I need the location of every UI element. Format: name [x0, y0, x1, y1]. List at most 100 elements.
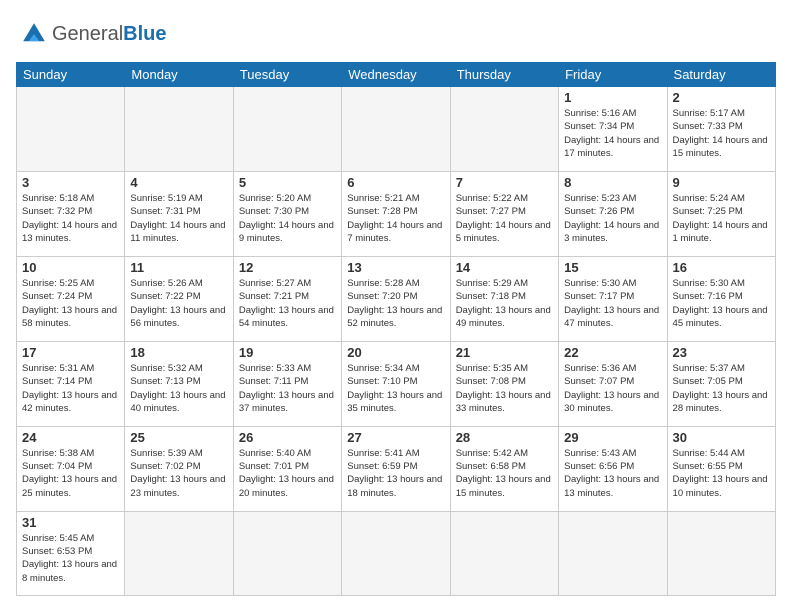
day-number: 23	[673, 345, 770, 360]
day-number: 20	[347, 345, 444, 360]
day-info: Sunrise: 5:16 AM Sunset: 7:34 PM Dayligh…	[564, 107, 661, 160]
calendar-cell: 17 Sunrise: 5:31 AM Sunset: 7:14 PM Dayli…	[17, 341, 125, 426]
day-number: 6	[347, 175, 444, 190]
weekday-header-row: Sunday Monday Tuesday Wednesday Thursday…	[17, 63, 776, 87]
header-monday: Monday	[125, 63, 233, 87]
calendar-cell: 27Sunrise: 5:41 AM Sunset: 6:59 PM Dayli…	[342, 426, 450, 511]
calendar-cell: 28 Sunrise: 5:42 AM Sunset: 6:58 PM Dayli…	[450, 426, 558, 511]
day-info: Sunrise: 5:39 AM Sunset: 7:02 PM Dayligh…	[130, 447, 227, 500]
calendar-cell: 20 Sunrise: 5:34 AM Sunset: 7:10 PM Dayli…	[342, 341, 450, 426]
day-info: Sunrise: 5:28 AM Sunset: 7:20 PM Dayligh…	[347, 277, 444, 330]
day-info: Sunrise: 5:31 AM Sunset: 7:14 PM Dayligh…	[22, 362, 119, 415]
day-info: Sunrise: 5:20 AM Sunset: 7:30 PM Dayligh…	[239, 192, 336, 245]
day-number: 17	[22, 345, 119, 360]
day-number: 7	[456, 175, 553, 190]
day-number: 3	[22, 175, 119, 190]
logo-blue: Blue	[123, 23, 166, 45]
calendar-cell	[233, 87, 341, 172]
calendar-cell: 21 Sunrise: 5:35 AM Sunset: 7:08 PM Dayli…	[450, 341, 558, 426]
day-info: Sunrise: 5:21 AM Sunset: 7:28 PM Dayligh…	[347, 192, 444, 245]
page: GeneralBlue Sunday Monday Tuesday Wednes…	[0, 0, 792, 612]
calendar-cell: 29Sunrise: 5:43 AM Sunset: 6:56 PM Dayli…	[559, 426, 667, 511]
calendar-cell	[450, 511, 558, 595]
calendar-cell	[125, 87, 233, 172]
day-number: 8	[564, 175, 661, 190]
calendar-cell: 4 Sunrise: 5:19 AM Sunset: 7:31 PM Daylig…	[125, 171, 233, 256]
calendar-cell	[450, 87, 558, 172]
day-info: Sunrise: 5:18 AM Sunset: 7:32 PM Dayligh…	[22, 192, 119, 245]
header-friday: Friday	[559, 63, 667, 87]
header: GeneralBlue	[16, 16, 776, 52]
calendar-cell	[342, 511, 450, 595]
calendar-cell: 13 Sunrise: 5:28 AM Sunset: 7:20 PM Dayli…	[342, 256, 450, 341]
calendar-cell: 7 Sunrise: 5:22 AM Sunset: 7:27 PM Daylig…	[450, 171, 558, 256]
day-info: Sunrise: 5:22 AM Sunset: 7:27 PM Dayligh…	[456, 192, 553, 245]
header-sunday: Sunday	[17, 63, 125, 87]
day-info: Sunrise: 5:45 AM Sunset: 6:53 PM Dayligh…	[22, 532, 119, 585]
day-info: Sunrise: 5:23 AM Sunset: 7:26 PM Dayligh…	[564, 192, 661, 245]
header-thursday: Thursday	[450, 63, 558, 87]
day-number: 16	[673, 260, 770, 275]
calendar-cell: 3 Sunrise: 5:18 AM Sunset: 7:32 PM Daylig…	[17, 171, 125, 256]
calendar-cell: 1 Sunrise: 5:16 AM Sunset: 7:34 PM Daylig…	[559, 87, 667, 172]
day-info: Sunrise: 5:36 AM Sunset: 7:07 PM Dayligh…	[564, 362, 661, 415]
day-info: Sunrise: 5:34 AM Sunset: 7:10 PM Dayligh…	[347, 362, 444, 415]
day-number: 2	[673, 90, 770, 105]
header-wednesday: Wednesday	[342, 63, 450, 87]
day-number: 25	[130, 430, 227, 445]
day-info: Sunrise: 5:35 AM Sunset: 7:08 PM Dayligh…	[456, 362, 553, 415]
day-number: 31	[22, 515, 119, 530]
day-number: 22	[564, 345, 661, 360]
day-number: 26	[239, 430, 336, 445]
calendar-cell: 10 Sunrise: 5:25 AM Sunset: 7:24 PM Dayli…	[17, 256, 125, 341]
day-info: Sunrise: 5:30 AM Sunset: 7:17 PM Dayligh…	[564, 277, 661, 330]
day-number: 18	[130, 345, 227, 360]
calendar-cell: 14 Sunrise: 5:29 AM Sunset: 7:18 PM Dayli…	[450, 256, 558, 341]
calendar-cell: 22 Sunrise: 5:36 AM Sunset: 7:07 PM Dayli…	[559, 341, 667, 426]
day-info: Sunrise: 5:38 AM Sunset: 7:04 PM Dayligh…	[22, 447, 119, 500]
calendar-cell: 24Sunrise: 5:38 AM Sunset: 7:04 PM Dayli…	[17, 426, 125, 511]
calendar-cell: 15Sunrise: 5:30 AM Sunset: 7:17 PM Dayli…	[559, 256, 667, 341]
calendar-cell: 6 Sunrise: 5:21 AM Sunset: 7:28 PM Daylig…	[342, 171, 450, 256]
calendar-cell: 30 Sunrise: 5:44 AM Sunset: 6:55 PM Dayli…	[667, 426, 775, 511]
day-number: 4	[130, 175, 227, 190]
day-number: 5	[239, 175, 336, 190]
calendar-cell: 9 Sunrise: 5:24 AM Sunset: 7:25 PM Daylig…	[667, 171, 775, 256]
logo: GeneralBlue	[16, 16, 167, 52]
day-number: 30	[673, 430, 770, 445]
header-tuesday: Tuesday	[233, 63, 341, 87]
day-info: Sunrise: 5:24 AM Sunset: 7:25 PM Dayligh…	[673, 192, 770, 245]
calendar-cell: 31 Sunrise: 5:45 AM Sunset: 6:53 PM Dayli…	[17, 511, 125, 595]
day-info: Sunrise: 5:29 AM Sunset: 7:18 PM Dayligh…	[456, 277, 553, 330]
calendar-cell: 19 Sunrise: 5:33 AM Sunset: 7:11 PM Dayli…	[233, 341, 341, 426]
day-number: 12	[239, 260, 336, 275]
day-info: Sunrise: 5:37 AM Sunset: 7:05 PM Dayligh…	[673, 362, 770, 415]
calendar-table: Sunday Monday Tuesday Wednesday Thursday…	[16, 62, 776, 596]
day-info: Sunrise: 5:25 AM Sunset: 7:24 PM Dayligh…	[22, 277, 119, 330]
day-number: 11	[130, 260, 227, 275]
calendar-cell	[559, 511, 667, 595]
calendar-cell	[233, 511, 341, 595]
day-number: 28	[456, 430, 553, 445]
day-number: 14	[456, 260, 553, 275]
day-info: Sunrise: 5:33 AM Sunset: 7:11 PM Dayligh…	[239, 362, 336, 415]
day-info: Sunrise: 5:42 AM Sunset: 6:58 PM Dayligh…	[456, 447, 553, 500]
calendar-cell: 5 Sunrise: 5:20 AM Sunset: 7:30 PM Daylig…	[233, 171, 341, 256]
calendar-cell: 26Sunrise: 5:40 AM Sunset: 7:01 PM Dayli…	[233, 426, 341, 511]
day-info: Sunrise: 5:17 AM Sunset: 7:33 PM Dayligh…	[673, 107, 770, 160]
day-info: Sunrise: 5:26 AM Sunset: 7:22 PM Dayligh…	[130, 277, 227, 330]
day-number: 1	[564, 90, 661, 105]
day-info: Sunrise: 5:43 AM Sunset: 6:56 PM Dayligh…	[564, 447, 661, 500]
day-info: Sunrise: 5:27 AM Sunset: 7:21 PM Dayligh…	[239, 277, 336, 330]
calendar-cell	[342, 87, 450, 172]
day-info: Sunrise: 5:41 AM Sunset: 6:59 PM Dayligh…	[347, 447, 444, 500]
day-number: 9	[673, 175, 770, 190]
day-number: 10	[22, 260, 119, 275]
day-number: 19	[239, 345, 336, 360]
day-info: Sunrise: 5:44 AM Sunset: 6:55 PM Dayligh…	[673, 447, 770, 500]
calendar-cell: 12 Sunrise: 5:27 AM Sunset: 7:21 PM Dayli…	[233, 256, 341, 341]
day-number: 21	[456, 345, 553, 360]
day-info: Sunrise: 5:30 AM Sunset: 7:16 PM Dayligh…	[673, 277, 770, 330]
day-number: 13	[347, 260, 444, 275]
day-info: Sunrise: 5:19 AM Sunset: 7:31 PM Dayligh…	[130, 192, 227, 245]
